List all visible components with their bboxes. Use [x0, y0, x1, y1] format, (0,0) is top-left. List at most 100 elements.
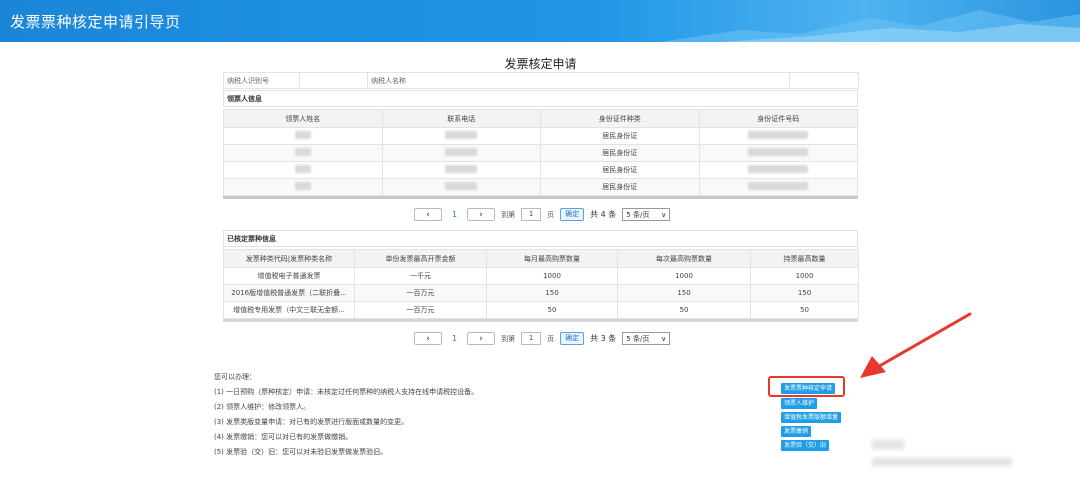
taxpayer-name-value — [789, 72, 859, 89]
table-row[interactable]: 居民身份证 — [223, 144, 858, 162]
note-line: (1) 一日预购（票种核定）申请：未核定过任何票种的纳税人支持在线申请税控设备。 — [214, 388, 479, 396]
section-receivers: 领票人信息 — [223, 90, 858, 107]
redacted-id — [748, 131, 809, 139]
per-time-cell: 50 — [617, 301, 751, 319]
approved-pager: ‹ 1 › 到第 1 页 确定 共 3 条 5 条/页 ∨ — [414, 332, 671, 345]
invoice-name-cell: 增值税专用发票（中文三联无金额... — [223, 301, 355, 319]
page-title: 发票票种核定申请引导页 — [10, 13, 181, 31]
table-row[interactable]: 增值税电子普通发票 一千元 1000 1000 1000 — [223, 267, 859, 285]
redacted-id — [748, 182, 809, 190]
invoice-name-cell: 增值税电子普通发票 — [223, 267, 355, 285]
chevron-down-icon: ∨ — [661, 334, 667, 343]
monthly-cell: 150 — [486, 284, 618, 302]
table-row[interactable]: 2016版增值税普通发票（二联折叠... 一百万元 150 150 150 — [223, 284, 859, 302]
goto-label: 到第 — [501, 334, 516, 343]
chevron-down-icon: ∨ — [661, 210, 667, 219]
invoice-name-cell: 2016版增值税普通发票（二联折叠... — [223, 284, 355, 302]
col-monthly: 每月最高购票数量 — [486, 249, 618, 268]
table-row[interactable]: 增值税专用发票（中文三联无金额... 一百万元 50 50 50 — [223, 301, 859, 319]
notes-heading: 您可以办理： — [214, 373, 256, 381]
next-page-button[interactable]: › — [467, 208, 496, 221]
redacted-name — [294, 165, 311, 173]
current-page[interactable]: 1 — [448, 334, 461, 343]
redacted-name — [294, 182, 311, 190]
redacted-phone — [445, 165, 478, 173]
page-size-value: 5 条/页 — [626, 210, 650, 219]
id-type-cell: 居民身份证 — [540, 127, 700, 145]
invoice-cancel-button[interactable]: 发票缴销 — [781, 426, 812, 437]
holding-cell: 150 — [750, 284, 859, 302]
approved-table: 发票种类代码|发票种类名称 单份发票最高开票金额 每月最高购票数量 每次最高购票… — [223, 249, 859, 319]
page-size-select[interactable]: 5 条/页 ∨ — [622, 332, 671, 345]
prev-page-button[interactable]: ‹ — [414, 332, 442, 345]
approved-scrollbar[interactable] — [223, 319, 858, 322]
redacted-name — [294, 131, 311, 139]
goto-confirm-button[interactable]: 确定 — [560, 332, 585, 345]
redacted-phone — [445, 182, 478, 190]
chevron-right-icon: › — [479, 333, 483, 344]
section-approved: 已核定票种信息 — [223, 230, 858, 247]
max-amount-cell: 一百万元 — [354, 284, 487, 302]
vat-invoice-increase-button[interactable]: 增值税发票版额增量 — [781, 412, 842, 423]
table-row[interactable]: 居民身份证 — [223, 127, 858, 145]
max-amount-cell: 一百万元 — [354, 301, 487, 319]
invoice-verify-old-button[interactable]: 发票验（交）旧 — [781, 440, 830, 451]
goto-page-input[interactable]: 1 — [521, 332, 542, 345]
monthly-cell: 50 — [486, 301, 618, 319]
receivers-table: 领票人姓名 联系电话 身份证件种类 身份证件号码 居民身份证 居民身份证 居民身… — [223, 109, 858, 196]
chevron-right-icon: › — [479, 209, 483, 220]
col-id-type: 身份证件种类 — [540, 109, 700, 128]
per-time-cell: 150 — [617, 284, 751, 302]
chevron-left-icon: ‹ — [426, 209, 430, 220]
app-header: 发票票种核定申请引导页 — [0, 0, 1080, 42]
goto-label: 到第 — [501, 210, 516, 219]
redacted-id — [748, 165, 809, 173]
page-size-select[interactable]: 5 条/页 ∨ — [622, 208, 671, 221]
col-invoice-type: 发票种类代码|发票种类名称 — [223, 249, 355, 268]
highlight-box — [768, 376, 845, 397]
goto-page-input[interactable]: 1 — [521, 208, 542, 221]
redacted-id — [748, 148, 809, 156]
prev-page-button[interactable]: ‹ — [414, 208, 442, 221]
available-actions-notes: 您可以办理： (1) 一日预购（票种核定）申请：未核定过任何票种的纳税人支持在线… — [214, 372, 478, 462]
approved-section: 已核定票种信息 发票种类代码|发票种类名称 单份发票最高开票金额 每月最高购票数… — [223, 230, 859, 322]
redacted-name — [294, 148, 311, 156]
redacted-block — [872, 440, 904, 449]
holding-cell: 1000 — [750, 267, 859, 285]
id-type-cell: 居民身份证 — [540, 178, 700, 196]
max-amount-cell: 一千元 — [354, 267, 487, 285]
current-page[interactable]: 1 — [448, 210, 461, 219]
note-line: (5) 发票验（交）旧：您可以对未验旧发票做发票验旧。 — [214, 448, 388, 456]
receivers-pager: ‹ 1 › 到第 1 页 确定 共 4 条 5 条/页 ∨ — [414, 208, 671, 221]
note-line: (2) 领票人维护：修改领票人。 — [214, 403, 311, 411]
col-holding: 持票最高数量 — [750, 249, 859, 268]
col-max-amount: 单份发票最高开票金额 — [354, 249, 487, 268]
page-size-value: 5 条/页 — [626, 334, 650, 343]
taxpayer-id-value — [299, 72, 368, 89]
receivers-scrollbar[interactable] — [223, 196, 858, 199]
col-per-time: 每次最高购票数量 — [617, 249, 751, 268]
table-row[interactable]: 居民身份证 — [223, 178, 858, 196]
col-id-number: 身份证件号码 — [698, 109, 858, 128]
redacted-phone — [445, 131, 478, 139]
taxpayer-info-table: 纳税人识别号 纳税人名称 — [223, 72, 859, 89]
taxpayer-id-label: 纳税人识别号 — [223, 72, 300, 89]
id-type-cell: 居民身份证 — [540, 161, 700, 179]
monthly-cell: 1000 — [486, 267, 618, 285]
redacted-phone — [445, 148, 478, 156]
page-unit: 页 — [547, 210, 555, 219]
table-row[interactable]: 居民身份证 — [223, 161, 858, 179]
next-page-button[interactable]: › — [467, 332, 496, 345]
holding-cell: 50 — [750, 301, 859, 319]
note-line: (4) 发票缴销：您可以对已有的发票做缴销。 — [214, 433, 353, 441]
taxpayer-name-label: 纳税人名称 — [367, 72, 790, 89]
goto-confirm-button[interactable]: 确定 — [560, 208, 585, 221]
total-count: 共 4 条 — [590, 210, 617, 219]
panel-title: 发票核定申请 — [504, 57, 577, 71]
note-line: (3) 发票类版变量申请：对已有的发票进行版面或数量的变更。 — [214, 418, 409, 426]
receiver-maintain-button[interactable]: 领票人维护 — [781, 398, 818, 409]
redacted-block — [872, 458, 1012, 466]
chevron-left-icon: ‹ — [426, 333, 430, 344]
page-unit: 页 — [547, 334, 555, 343]
header-decoration — [660, 10, 1080, 42]
